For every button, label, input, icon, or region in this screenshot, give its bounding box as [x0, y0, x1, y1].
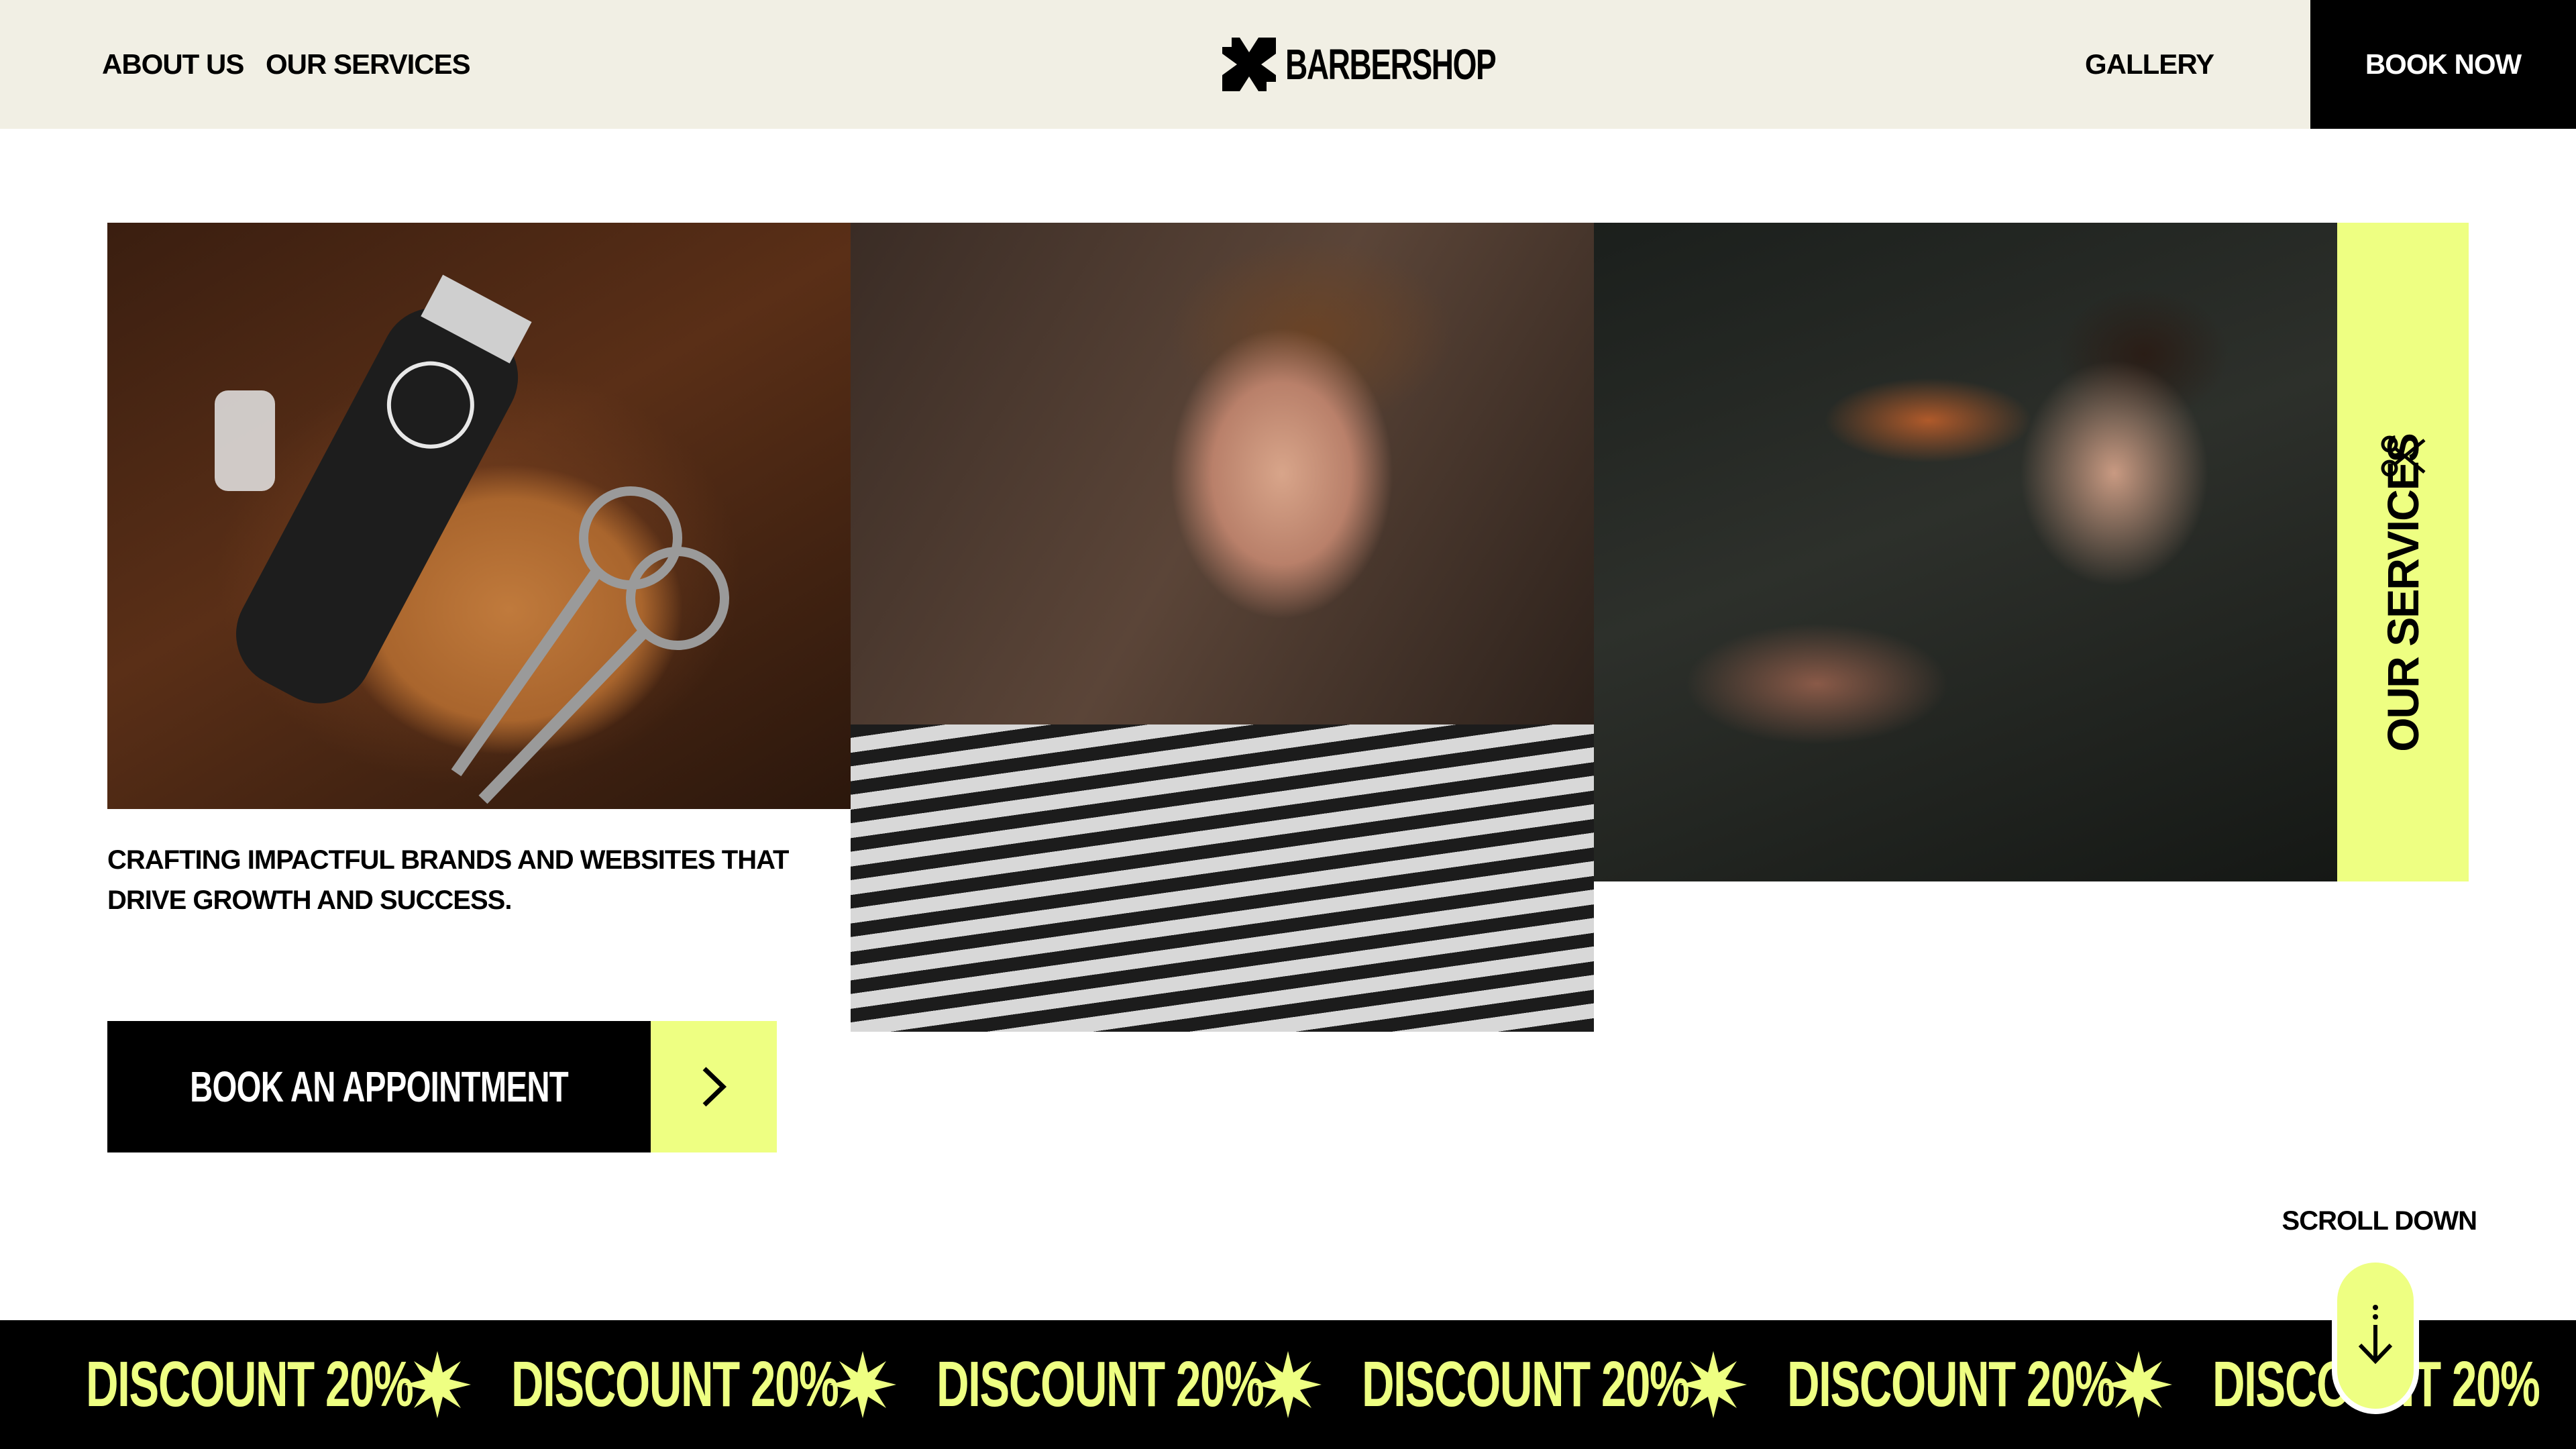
marquee-text: DISCOUNT 20%	[1362, 1348, 1690, 1420]
discount-marquee: DISCOUNT 20% DISCOUNT 20% DISCOUNT 20% D…	[0, 1320, 2576, 1449]
clipper-illustration	[215, 274, 729, 804]
nav-our-services[interactable]: OUR SERVICES	[266, 46, 471, 83]
marquee-text: DISCOUNT 20%	[1787, 1348, 2115, 1420]
marquee-item: DISCOUNT 20%	[1362, 1320, 1829, 1449]
star-burst-icon	[404, 1351, 471, 1418]
barbershop-logo-icon	[1222, 38, 1276, 91]
marquee-text: DISCOUNT 20%	[86, 1348, 414, 1420]
scroll-down-button[interactable]	[2332, 1257, 2419, 1414]
nav-about-us[interactable]: ABOUT US	[102, 46, 244, 83]
hero-tagline: CRAFTING IMPACTFUL BRANDS AND WEBSITES T…	[107, 845, 789, 915]
star-burst-icon	[2105, 1351, 2172, 1418]
star-burst-icon	[829, 1351, 896, 1418]
haircut-photo	[851, 223, 1594, 1032]
star-burst-icon	[1680, 1351, 1747, 1418]
our-services-tab[interactable]: OUR SERVICES	[2337, 223, 2469, 881]
book-appointment-label: BOOK AN APPOINTMENT	[190, 1063, 569, 1111]
book-appointment-arrow[interactable]	[651, 1021, 777, 1152]
marquee-item: DISCOUNT 20%	[86, 1320, 553, 1449]
marquee-text: DISCOUNT 20%	[936, 1348, 1265, 1420]
brand-logo[interactable]: BARBERSHOP	[1222, 38, 1577, 91]
star-burst-icon	[1254, 1351, 1322, 1418]
scroll-down-label: SCROLL DOWN	[2282, 1206, 2477, 1236]
brand-name: BARBERSHOP	[1285, 40, 1497, 89]
arrow-down-icon	[2358, 1305, 2393, 1364]
barber-styling-photo	[1594, 223, 2337, 881]
marquee-item: DISCOUNT 20%	[1787, 1320, 2254, 1449]
nav-gallery[interactable]: GALLERY	[2085, 46, 2214, 83]
haircut-photo-head	[851, 223, 1594, 724]
book-appointment-label-box: BOOK AN APPOINTMENT	[107, 1021, 651, 1152]
site-header: ABOUT US OUR SERVICES BARBERSHOP GALLERY…	[0, 0, 2576, 129]
book-appointment-button[interactable]: BOOK AN APPOINTMENT	[107, 1021, 777, 1152]
marquee-item: DISCOUNT 20%	[936, 1320, 1403, 1449]
book-now-button[interactable]: BOOK NOW	[2310, 0, 2576, 129]
marquee-item: DISCOUNT 20%	[511, 1320, 978, 1449]
chevron-right-icon	[702, 1067, 727, 1107]
our-services-tab-label: OUR SERVICES	[2378, 434, 2428, 752]
marquee-text: DISCOUNT 20%	[511, 1348, 839, 1420]
clipper-photo	[107, 223, 851, 809]
